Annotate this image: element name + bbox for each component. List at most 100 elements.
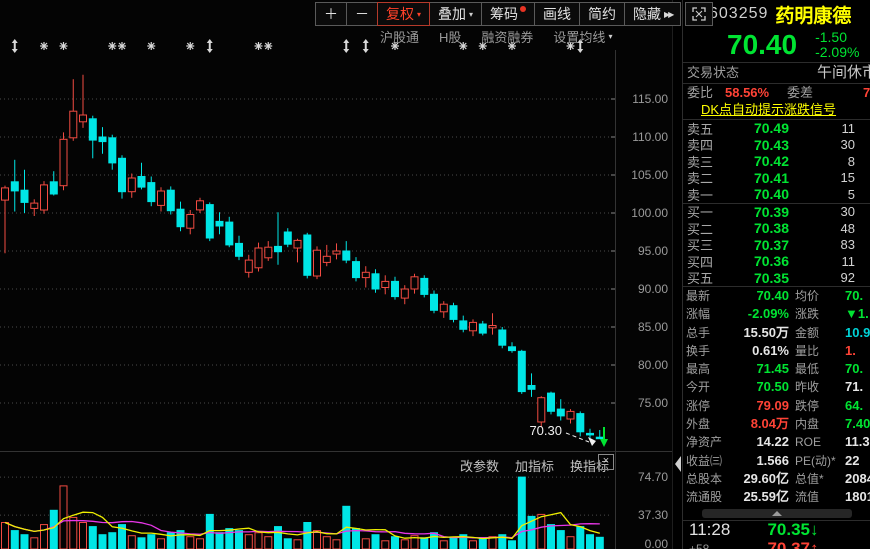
toolbar-button-6[interactable]: 简约: [579, 2, 626, 26]
stat-label: 换手: [686, 343, 711, 358]
book-qty: 83: [840, 237, 855, 253]
subtoolbar-link-1[interactable]: H股: [439, 27, 461, 45]
buy-row-2[interactable]: 买三 70.37 83: [683, 237, 870, 254]
subtoolbar-link-2[interactable]: 融资融券: [481, 27, 533, 45]
price-change: -1.50: [815, 29, 847, 45]
trade-status-value: 午间休市: [817, 64, 870, 81]
stat-label: 昨收: [795, 380, 820, 395]
toolbar-button-5[interactable]: 画线: [534, 2, 581, 26]
book-price: 70.42: [753, 153, 789, 170]
tick-price: 70.35↓: [767, 520, 819, 540]
dk-signal-link[interactable]: DK点自动提示涨跌信号: [701, 102, 836, 117]
trade-status-label: 交易状态: [687, 65, 740, 80]
buy-row-1[interactable]: 买二 70.38 48: [683, 220, 870, 237]
sell-row-1[interactable]: 卖四 70.43 30: [683, 137, 870, 154]
stat-value: 71.: [845, 379, 864, 395]
stat-label: 流通股: [686, 490, 723, 505]
stat-label: 量比: [795, 343, 820, 358]
tick-row-1[interactable]: +58 70.37↑: [683, 539, 870, 549]
buy-order-book: 买一 70.39 30 买二 70.38 48 买三 70.37 83 买四 70.36 11 买五 70…: [683, 204, 870, 287]
book-qty: 48: [840, 220, 855, 236]
weibi-value: 58.56%: [725, 85, 770, 100]
stats-grid: 最新 70.40 均价 70. 涨幅 -2.09% 涨跌 ▼1. 总手 15.50万 金额 10.9 换…: [683, 287, 870, 507]
buy-row-0[interactable]: 买一 70.39 30: [683, 204, 870, 221]
toolbar-button-4[interactable]: 筹码: [481, 2, 536, 26]
book-price: 70.36: [753, 253, 789, 270]
stat-label: 总值*: [795, 471, 824, 486]
stat-value: 70.: [845, 288, 864, 303]
stat-value: 71.45: [756, 361, 789, 377]
chevron-down-icon: ▾: [469, 9, 474, 19]
collapse-panel-icon[interactable]: [675, 456, 681, 472]
stat-value: 29.60亿: [743, 470, 789, 486]
stock-name: 药明康德: [775, 5, 852, 27]
stat-label: 收益㈢: [686, 453, 723, 468]
stat-row-6: 涨停 79.09 跌停 64.: [683, 397, 870, 415]
subtoolbar-link-3[interactable]: 设置均线 ▾: [553, 27, 612, 45]
stat-value: 70.40: [756, 288, 789, 303]
sell-row-4[interactable]: 卖一 70.40 5: [683, 186, 870, 203]
book-price: 70.38: [753, 220, 789, 237]
tick-price: 70.37↑: [767, 539, 819, 549]
stat-value: 25.59亿: [743, 489, 789, 505]
scroll-handle[interactable]: [702, 508, 852, 518]
chevron-down-icon: ▾: [417, 9, 422, 19]
svg-text:85.00: 85.00: [638, 320, 668, 334]
weicha-label: 委差: [787, 85, 814, 100]
close-indicator-button[interactable]: ×: [598, 454, 614, 470]
sell-row-0[interactable]: 卖五 70.49 11: [683, 120, 870, 137]
stat-value: 1801: [845, 489, 870, 505]
toolbar-button-3[interactable]: 叠加 ▾: [429, 2, 483, 26]
stat-value: 2084: [845, 470, 870, 486]
stat-label: 均价: [795, 289, 820, 303]
stat-label: 流值: [795, 490, 820, 505]
stat-label: 跌停: [795, 398, 820, 413]
sell-row-3[interactable]: 卖二 70.41 15: [683, 170, 870, 187]
stat-value: 70.: [845, 361, 864, 377]
stat-label: 涨跌: [795, 307, 820, 322]
book-price: 70.35: [753, 269, 789, 286]
fullscreen-icon[interactable]: [685, 2, 714, 26]
price-change-pct: -2.09%: [815, 44, 860, 60]
weicha-value: 7: [863, 85, 870, 100]
svg-text:70.30: 70.30: [529, 423, 562, 438]
book-qty: 30: [840, 204, 855, 220]
stat-value: ▼1.: [845, 306, 869, 322]
svg-text:110.00: 110.00: [632, 130, 668, 144]
toolbar-button-0[interactable]: ＋: [315, 2, 347, 26]
book-label: 卖一: [687, 187, 714, 203]
stat-row-0: 最新 70.40 均价 70.: [683, 287, 870, 305]
tick-list: 11:28 70.35↓ +58 70.37↑: [683, 520, 870, 549]
book-qty: 30: [840, 137, 855, 153]
svg-text:74.70: 74.70: [638, 470, 668, 484]
subtoolbar-link-0[interactable]: 沪股通: [380, 27, 419, 45]
book-price: 70.41: [753, 169, 789, 186]
double-arrow-icon: ▶▶: [664, 9, 674, 19]
stat-label: 总股本: [686, 471, 723, 486]
toolbar-button-1[interactable]: －: [346, 2, 378, 26]
stat-label: 总手: [686, 325, 711, 340]
stat-value: 1.: [845, 342, 856, 358]
buy-row-4[interactable]: 买五 70.35 92: [683, 270, 870, 287]
buy-row-3[interactable]: 买四 70.36 11: [683, 253, 870, 270]
stat-value: 10.9: [845, 324, 870, 340]
svg-text:95.00: 95.00: [638, 244, 668, 258]
indicator-link-0[interactable]: 改参数: [460, 456, 499, 475]
svg-text:75.00: 75.00: [638, 396, 668, 410]
toolbar-button-2[interactable]: 复权 ▾: [377, 2, 431, 26]
stat-value: 1.566: [756, 452, 789, 468]
stat-value: 15.50万: [743, 324, 789, 340]
toolbar-button-7[interactable]: 隐藏 ▶▶: [624, 2, 682, 26]
stat-label: 外盘: [686, 417, 711, 432]
indicator-toolbar: 改参数 加指标 换指标: [460, 456, 609, 475]
sell-row-2[interactable]: 卖三 70.42 8: [683, 153, 870, 170]
scroll-strip: [683, 507, 870, 520]
tick-row-0[interactable]: 11:28 70.35↓: [683, 520, 870, 540]
stat-row-3: 换手 0.61% 量比 1.: [683, 342, 870, 360]
sell-order-book: 卖五 70.49 11 卖四 70.43 30 卖三 70.42 8 卖二 70.41 15 卖一 70.…: [683, 120, 870, 203]
indicator-link-1[interactable]: 加指标: [515, 456, 554, 475]
stat-value: 22: [845, 452, 860, 468]
book-qty: 5: [847, 186, 855, 202]
book-price: 70.43: [753, 136, 789, 153]
svg-text:90.00: 90.00: [638, 282, 668, 296]
